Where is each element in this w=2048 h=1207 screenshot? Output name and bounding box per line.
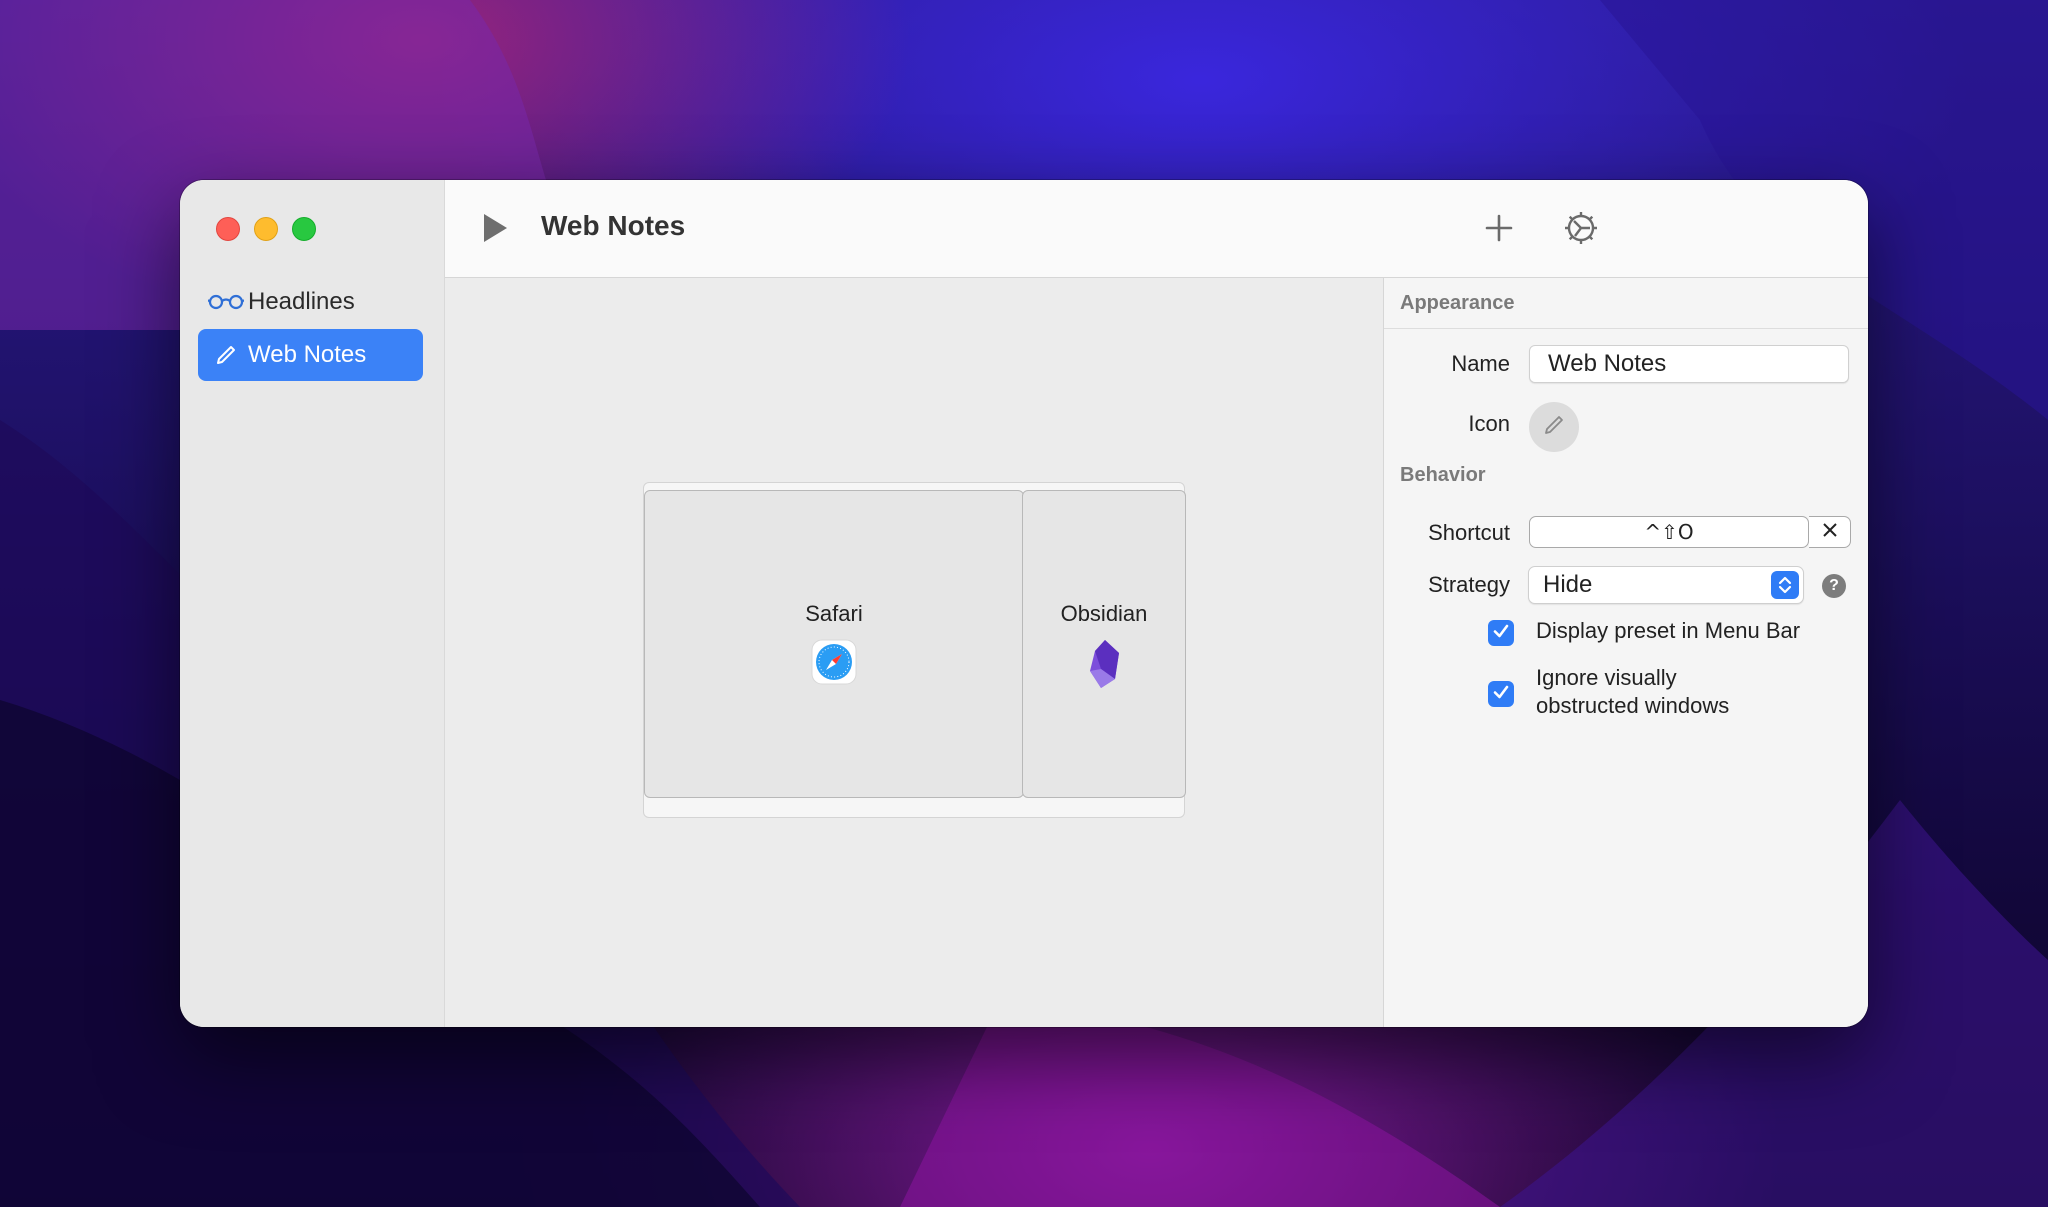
glasses-icon [204,293,248,311]
app-window: Headlines Web Notes Web Notes Safari Obs… [180,180,1868,1027]
sidebar-item-label: Headlines [248,288,355,315]
sidebar: Headlines Web Notes [180,180,445,1027]
gear-icon[interactable] [1559,206,1603,250]
shortcut-recorder[interactable]: ^⇧O [1529,516,1809,548]
app-name: Safari [805,601,863,626]
pencil-icon [1543,414,1565,441]
sidebar-item-web-notes[interactable]: Web Notes [198,329,423,381]
help-icon[interactable]: ? [1822,574,1846,598]
icon-picker[interactable] [1529,402,1579,452]
toolbar: Web Notes [445,180,1868,278]
display-in-menu-bar-label: Display preset in Menu Bar [1536,618,1801,643]
clear-shortcut-button[interactable] [1809,516,1851,548]
safari-icon [811,639,857,690]
minimize-window-button[interactable] [254,217,278,241]
strategy-value: Hide [1543,571,1593,598]
plus-icon[interactable] [1477,206,1521,250]
checkmark-icon [1492,622,1510,645]
close-icon [1822,522,1838,543]
ignore-obstructed-label-line2: obstructed windows [1536,693,1730,718]
divider [1384,328,1868,329]
obsidian-icon [1087,639,1121,694]
app-name: Obsidian [1060,601,1148,626]
strategy-label: Strategy [1428,572,1510,597]
strategy-select[interactable]: Hide [1528,566,1804,604]
behavior-heading: Behavior [1400,464,1486,486]
sidebar-item-label: Web Notes [248,341,367,368]
appearance-heading: Appearance [1400,292,1515,314]
zoom-window-button[interactable] [292,217,316,241]
name-field[interactable]: Web Notes [1529,345,1849,383]
window-tile-obsidian[interactable]: Obsidian [1022,490,1186,798]
layout-canvas: Safari Obsidian [445,278,1383,1027]
ignore-obstructed-label-line1: Ignore visually [1536,665,1677,690]
ignore-obstructed-label: Ignore visually obstructed windows [1536,664,1729,720]
screen-preview: Safari Obsidian [643,482,1186,818]
window-tile-safari[interactable]: Safari [644,490,1024,798]
inspector-panel: Appearance Name Web Notes Icon Behavior … [1383,278,1868,1027]
checkmark-icon [1492,683,1510,706]
ignore-obstructed-checkbox[interactable] [1488,681,1514,707]
shortcut-label: Shortcut [1428,520,1510,545]
icon-label: Icon [1468,411,1510,436]
pencil-icon [204,344,248,366]
display-in-menu-bar-checkbox[interactable] [1488,620,1514,646]
sidebar-item-headlines[interactable]: Headlines [198,276,423,328]
chevron-up-down-icon [1771,571,1799,599]
name-label: Name [1451,351,1510,376]
page-title: Web Notes [541,210,686,241]
play-icon[interactable] [481,212,509,249]
close-window-button[interactable] [216,217,240,241]
